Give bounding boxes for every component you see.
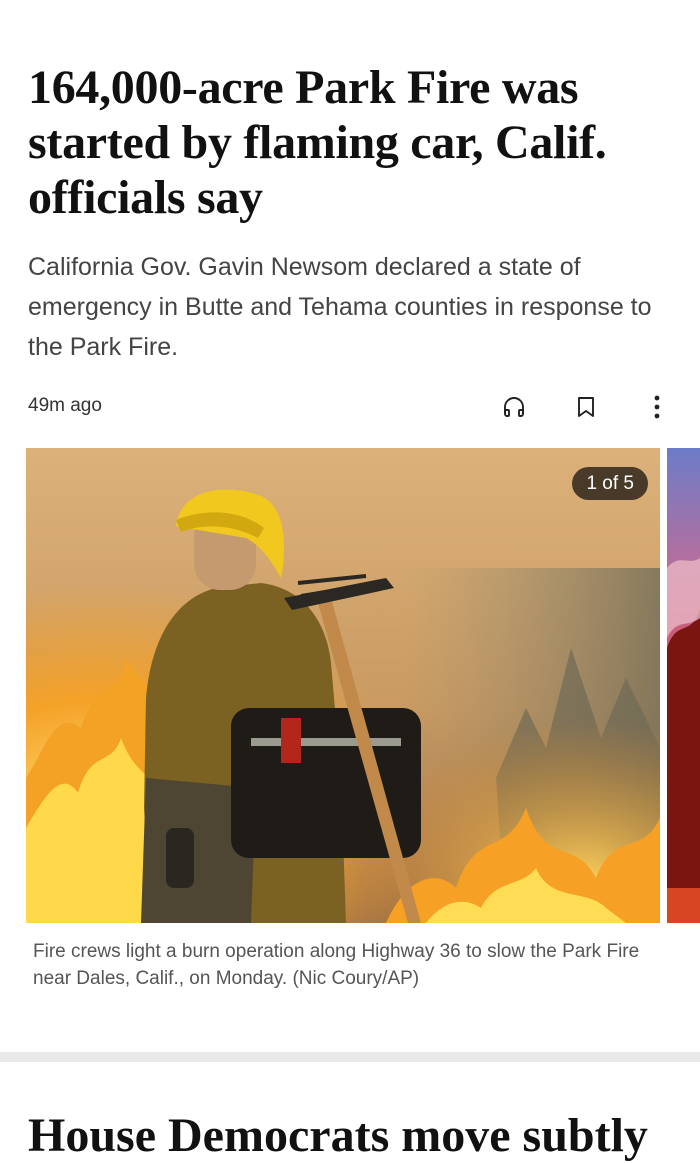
next-gallery-photo-peek[interactable] — [667, 448, 700, 923]
more-vertical-icon — [654, 395, 660, 419]
next-article-headline[interactable]: House Democrats move subtly — [28, 1108, 648, 1163]
photo-gallery[interactable]: 1 of 5 — [26, 448, 700, 923]
more-options-button[interactable] — [640, 390, 674, 424]
headphones-icon — [504, 397, 524, 417]
section-divider — [0, 1052, 700, 1062]
article-meta-bar: 49m ago — [28, 390, 678, 424]
listen-button[interactable] — [497, 390, 531, 424]
photo-caption: Fire crews light a burn operation along … — [33, 941, 640, 989]
save-button[interactable] — [569, 390, 603, 424]
firefighter-photo — [26, 448, 660, 923]
gallery-counter: 1 of 5 — [572, 467, 648, 500]
timestamp: 49m ago — [28, 395, 102, 416]
sunset-forest-photo — [667, 448, 700, 923]
article-headline[interactable]: 164,000-acre Park Fire was started by fl… — [28, 60, 678, 225]
gallery-photo[interactable]: 1 of 5 — [26, 448, 660, 923]
article-dek: California Gov. Gavin Newsom declared a … — [28, 253, 652, 361]
bookmark-icon — [578, 397, 594, 417]
